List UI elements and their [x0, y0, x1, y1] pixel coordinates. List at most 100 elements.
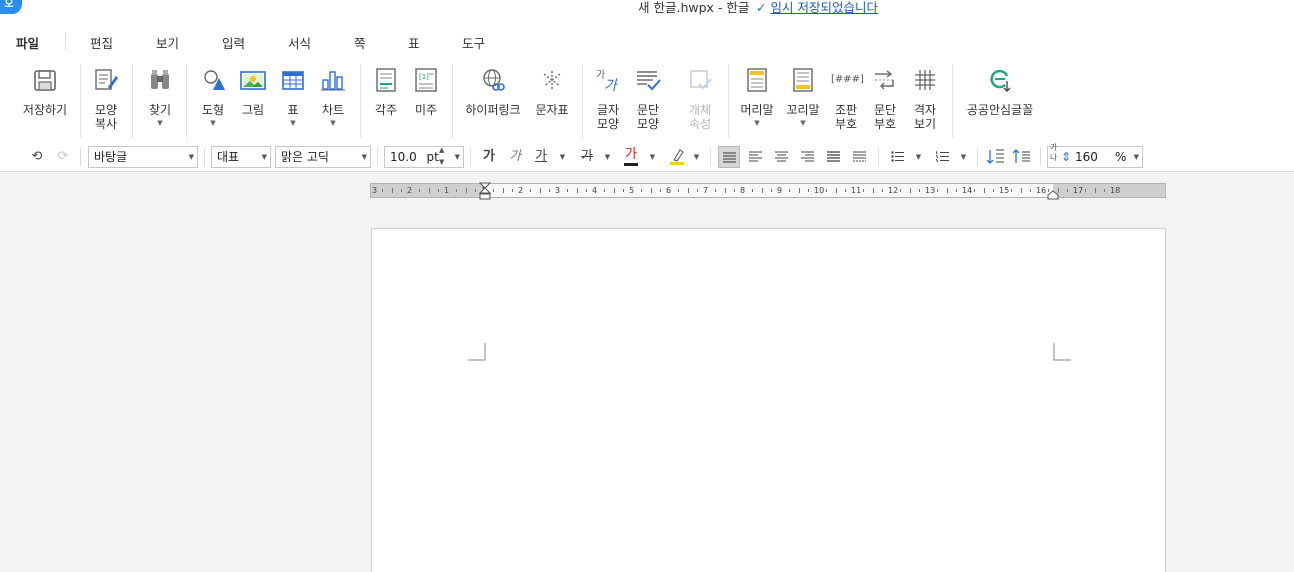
header-button[interactable]: 머리말 ▼ [736, 66, 778, 127]
toolbar-divider [710, 148, 711, 166]
ruler-number: 16 [1036, 186, 1047, 195]
shape-copy-button[interactable]: 모양 복사 [86, 66, 126, 131]
strike-options-dropdown[interactable]: ▼ [603, 146, 612, 168]
ruler-tick [761, 188, 763, 193]
char-map-button[interactable]: 문자표 [530, 66, 574, 117]
grid-view-label: 격자 보기 [913, 103, 937, 131]
picture-button[interactable]: 그림 [234, 66, 272, 117]
chevron-down-icon: ▼ [1133, 153, 1139, 161]
bold-button[interactable]: 가 [478, 146, 500, 168]
toolbar-divider [878, 148, 879, 166]
stepper-up-icon[interactable]: ▲ ▼ [439, 144, 444, 168]
chevron-down-icon[interactable]: ▼ [274, 119, 312, 127]
redo-button[interactable]: ⟳ [52, 146, 74, 168]
document-page[interactable] [371, 228, 1166, 572]
chevron-down-icon: ▼ [361, 153, 367, 161]
align-divide-button[interactable] [848, 146, 870, 168]
menu-edit[interactable]: 편집 [90, 33, 113, 52]
grid-view-button[interactable]: 격자 보기 [906, 66, 944, 131]
underline-options-dropdown[interactable]: ▼ [558, 146, 567, 168]
footer-button[interactable]: 꼬리말 ▼ [782, 66, 824, 127]
ruler-number: 5 [629, 186, 635, 195]
line-spacing-input[interactable]: 가 나 ⇕ 160 % ▼ [1047, 143, 1143, 168]
align-distribute-button[interactable] [822, 146, 844, 168]
chevron-down-icon[interactable]: ▼ [736, 119, 778, 127]
bullet-list-dropdown[interactable]: ▼ [914, 146, 923, 168]
text-color-dropdown[interactable]: ▼ [648, 146, 657, 168]
menu-table[interactable]: 표 [408, 33, 420, 52]
menu-file[interactable]: 파일 [16, 33, 39, 52]
align-left-icon [748, 151, 762, 162]
align-right-button[interactable] [796, 146, 818, 168]
menu-view[interactable]: 보기 [156, 33, 179, 52]
layout-mark-button[interactable]: [###] 조판 부호 [828, 66, 864, 131]
char-shape-button[interactable]: 가가 글자 모양 [588, 66, 628, 131]
char-shape-icon-glyph: 가 [604, 78, 619, 94]
hyperlink-button[interactable]: 하이퍼링크 [460, 66, 526, 117]
save-button[interactable]: 저장하기 [18, 66, 72, 117]
align-right-icon [800, 151, 814, 162]
numbered-list-button[interactable] [931, 146, 953, 168]
toolbar-divider [80, 148, 81, 166]
footer-label: 꼬리말 [786, 103, 820, 117]
highlight-button[interactable] [666, 146, 688, 168]
increase-spacing-button[interactable] [985, 146, 1007, 168]
font-select[interactable]: 맑은 고딕 ▼ [275, 146, 371, 168]
figure-button[interactable]: 도형 ▼ [193, 66, 233, 127]
italic-button[interactable]: 가 [504, 146, 526, 168]
ruler-tick [909, 188, 911, 193]
autosave-status-link[interactable]: ✓ 임시 저장되었습니다 [756, 0, 878, 16]
format-toolbar: ⟲ ⟳ 바탕글 ▼ 대표 ▼ 맑은 고딕 ▼ 10.0 pt ▲ ▼ ▼ 가 가 가 ▼… [0, 142, 1294, 172]
horizontal-ruler[interactable]: 321123456789101112131415161718 [370, 182, 1166, 201]
menu-divider [65, 33, 66, 50]
menu-insert[interactable]: 입력 [222, 33, 245, 52]
ruler-tick [641, 189, 643, 192]
para-shape-button[interactable]: 문단 모양 [628, 66, 668, 131]
font-size-stepper[interactable]: 10.0 pt ▲ ▼ ▼ [384, 146, 464, 168]
ruler-tick [974, 189, 976, 192]
chevron-down-icon[interactable]: ▼ [193, 119, 233, 127]
decrease-spacing-button[interactable] [1011, 146, 1033, 168]
indent-marker-left[interactable] [479, 182, 491, 201]
ruler-tick [650, 188, 652, 193]
object-props-button[interactable]: 개체 속성 [680, 66, 720, 131]
menu-page[interactable]: 쪽 [354, 33, 366, 52]
ruler-tick [872, 188, 874, 193]
ruler-number: 15 [999, 186, 1010, 195]
ruler-number: 12 [888, 186, 899, 195]
text-color-button[interactable]: 가 [620, 146, 642, 168]
style-select[interactable]: 바탕글 ▼ [88, 146, 198, 168]
numbered-list-dropdown[interactable]: ▼ [959, 146, 968, 168]
menu-tools[interactable]: 도구 [462, 33, 485, 52]
line-spacing-decrease-icon [1012, 149, 1030, 163]
footnote-button[interactable]: 각주 [366, 66, 406, 117]
chevron-down-icon[interactable]: ▼ [140, 119, 180, 127]
align-distribute-icon [826, 151, 840, 162]
align-left-button[interactable] [744, 146, 766, 168]
find-button[interactable]: 찾기 ▼ [140, 66, 180, 127]
hyperlink-label: 하이퍼링크 [465, 103, 521, 117]
menu-format[interactable]: 서식 [288, 33, 311, 52]
safe-font-button[interactable]: 공공안심글꼴 [960, 66, 1040, 117]
strikethrough-button[interactable]: 가 [576, 146, 598, 168]
undo-button[interactable]: ⟲ [26, 146, 48, 168]
indent-marker-right[interactable] [1047, 190, 1059, 200]
language-select[interactable]: 대표 ▼ [211, 146, 271, 168]
object-props-label: 개체 속성 [688, 103, 712, 131]
chevron-down-icon[interactable]: ▼ [782, 119, 824, 127]
align-justify-button[interactable] [718, 146, 740, 168]
highlight-dropdown[interactable]: ▼ [692, 146, 701, 168]
chevron-down-icon[interactable]: ▼ [314, 119, 352, 127]
table-button[interactable]: 표 ▼ [274, 66, 312, 127]
align-center-button[interactable] [770, 146, 792, 168]
highlighter-icon [670, 149, 684, 165]
para-mark-button[interactable]: 문단 부호 [866, 66, 904, 131]
chart-button[interactable]: 차트 ▼ [314, 66, 352, 127]
app-logo[interactable]: 오 [0, 0, 22, 14]
endnote-button[interactable]: [1] 미주 [406, 66, 446, 117]
ruler-tick [844, 189, 846, 192]
line-spacing-icon: ⇕ [1061, 150, 1072, 164]
font-value: 맑은 고딕 [281, 150, 329, 164]
underline-button[interactable]: 가 [530, 146, 552, 168]
bullet-list-button[interactable] [886, 146, 908, 168]
